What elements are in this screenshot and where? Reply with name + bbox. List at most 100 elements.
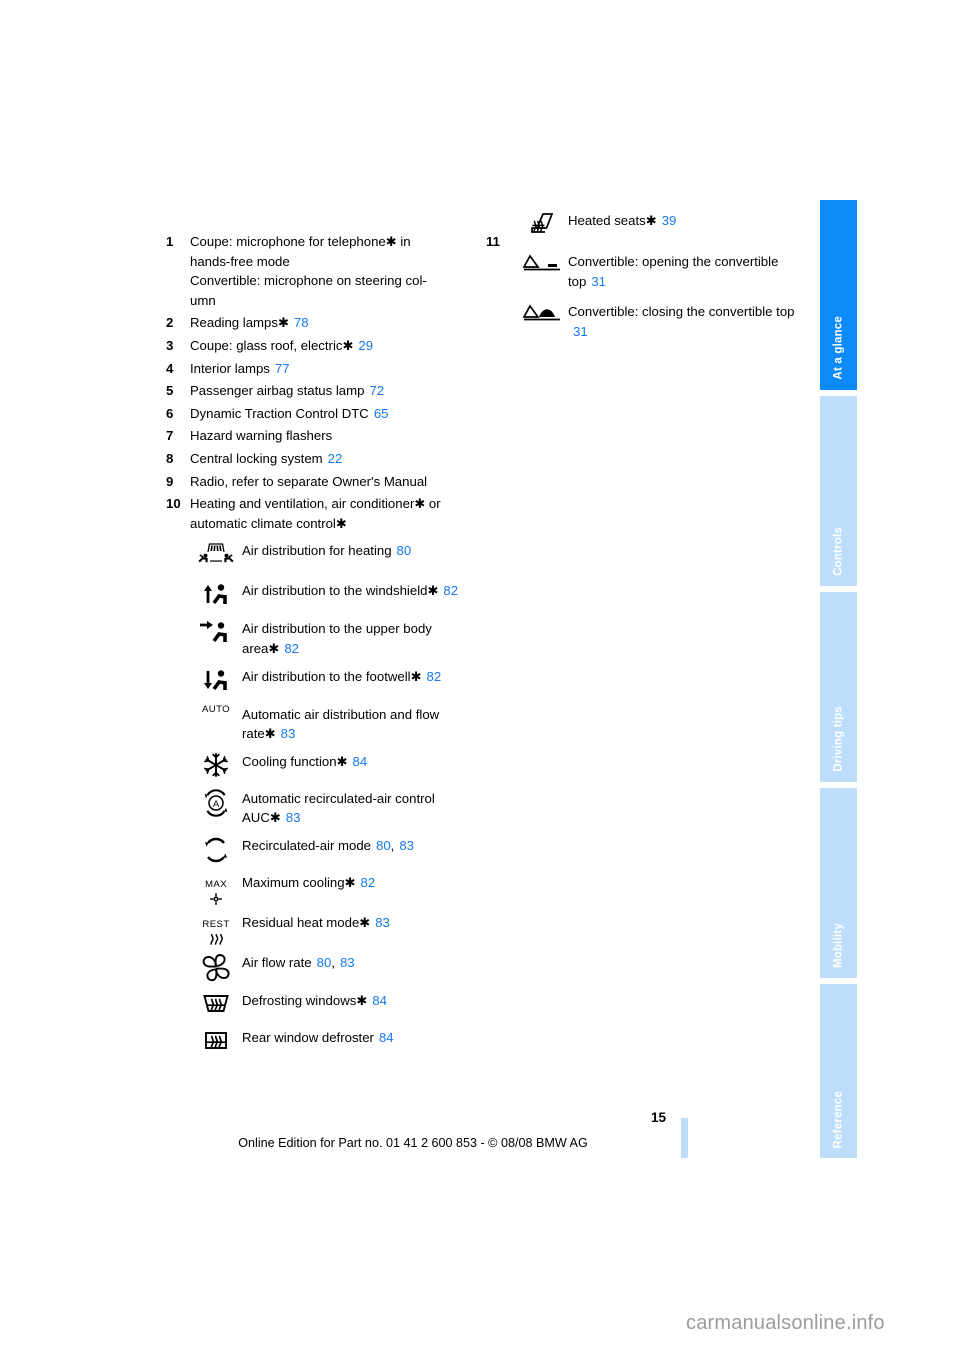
icon-row-label: Residual heat mode✱ <box>242 915 371 931</box>
page-reference-link[interactable]: 80 <box>376 838 391 853</box>
icon-row-text: Convertible: opening the convertible top… <box>568 251 796 291</box>
icon-row-text: Rear window defroster 84 <box>242 1027 466 1048</box>
list-item: REST Residual heat mode✱ 83 <box>190 912 466 945</box>
item-line: umn <box>190 292 216 308</box>
page-reference-link[interactable]: 22 <box>328 451 343 466</box>
list-item: 4 Interior lamps 77 <box>166 359 466 379</box>
icon-row-text: Maximum cooling✱ 82 <box>242 872 466 893</box>
page-reference-link[interactable]: 80 <box>397 543 412 558</box>
page-reference-link[interactable]: 83 <box>375 915 390 930</box>
defrosting-windows-icon <box>190 990 242 1017</box>
tab-at-a-glance[interactable]: At a glance <box>820 200 857 390</box>
list-item: AUTO Automatic air distribution and flow… <box>190 704 466 744</box>
item-number: 1 <box>166 234 174 249</box>
list-item: 6 Dynamic Traction Control DTC 65 <box>166 404 466 424</box>
icon-row-label: Recirculated-air mode <box>242 837 371 853</box>
manual-page: 1 Coupe: microphone for telephone✱ in ha… <box>0 0 960 1358</box>
max-icon-text: MAX <box>205 878 227 890</box>
page-reference-link[interactable]: 83 <box>281 726 296 741</box>
page-reference-link[interactable]: 31 <box>591 274 606 289</box>
page-reference-link[interactable]: 82 <box>284 641 299 656</box>
air-distribution-upper-body-icon <box>190 618 242 649</box>
auto-icon: AUTO <box>190 704 242 715</box>
air-distribution-heating-icon <box>190 540 242 573</box>
icon-row-text: Residual heat mode✱ 83 <box>242 912 466 933</box>
item-label: Radio, refer to separate Owner's Manual <box>190 473 428 489</box>
item-label: Central locking system <box>190 450 323 466</box>
icon-row-label: Convertible: closing the convertible top <box>568 304 795 320</box>
icon-row-label: Cooling function✱ <box>242 753 348 769</box>
icon-row-label: Air distribution to the windshield✱ <box>242 583 439 599</box>
list-item: Convertible: closing the convertible top… <box>516 301 796 341</box>
item-number: 6 <box>166 405 174 421</box>
tab-mobility[interactable]: Mobility <box>820 788 857 978</box>
list-item: 9 Radio, refer to separate Owner's Manua… <box>166 472 466 492</box>
page-reference-link[interactable]: 80 <box>317 955 332 970</box>
item-text: Coupe: microphone for telephone✱ in hand… <box>190 232 466 310</box>
footer-note: Online Edition for Part no. 01 41 2 600 … <box>238 1136 588 1150</box>
page-reference-link[interactable]: 72 <box>369 383 384 398</box>
item-number: 11 <box>486 234 500 249</box>
page-reference-link[interactable]: 84 <box>372 993 387 1008</box>
auto-icon-text: AUTO <box>201 703 231 715</box>
item-number: 7 <box>166 428 174 444</box>
page-reference-link[interactable]: 83 <box>286 810 301 825</box>
list-item: MAX Maximum cooling✱ 82 <box>190 872 466 906</box>
list-item: Defrosting windows✱ 84 <box>190 990 466 1020</box>
list-item: Air distribution for heating 80 <box>190 540 466 573</box>
page-reference-link[interactable]: 83 <box>340 955 355 970</box>
page-reference-link[interactable]: 29 <box>358 338 373 353</box>
watermark: carmanualsonline.info <box>686 1312 885 1334</box>
convertible-top-close-icon <box>516 301 568 324</box>
icon-row-text: Cooling function✱ 84 <box>242 751 466 772</box>
tab-label: Reference <box>832 1090 844 1148</box>
icon-row-label: Automatic air distribution and flow rate… <box>242 706 440 742</box>
item-line: Coupe: microphone for telephone✱ in <box>190 234 411 249</box>
page-reference-link[interactable]: 83 <box>399 838 414 853</box>
right-icon-list: Heated seats✱ 39 Convertible: opening the… <box>486 210 796 341</box>
item-text: Reading lamps✱ 78 <box>190 313 466 333</box>
air-distribution-windshield-icon <box>190 580 242 611</box>
item-line: hands-free mode <box>190 253 290 269</box>
rear-window-defroster-icon <box>190 1027 242 1054</box>
list-item: 7 Hazard warning flashers <box>166 426 466 446</box>
icon-row-text: Defrosting windows✱ 84 <box>242 990 466 1011</box>
auc-recirculated-air-icon: A <box>190 788 242 817</box>
item-text: Coupe: glass roof, electric✱ 29 <box>190 336 466 356</box>
page-separator: , <box>331 955 335 971</box>
cooling-snowflake-icon <box>190 751 242 778</box>
icon-row-text: Air distribution to the footwell✱ 82 <box>242 666 466 687</box>
rest-icon-text: REST <box>202 919 230 931</box>
page-separator: , <box>390 837 395 853</box>
page-reference-link[interactable]: 82 <box>427 669 442 684</box>
page-reference-link[interactable]: 78 <box>294 315 309 330</box>
section-tab-rail: At a glance Controls Driving tips Mobili… <box>820 200 857 1158</box>
page-reference-link[interactable]: 82 <box>361 875 376 890</box>
list-item: 3 Coupe: glass roof, electric✱ 29 <box>166 336 466 356</box>
tab-driving-tips[interactable]: Driving tips <box>820 592 857 782</box>
list-item: 10 Heating and ventilation, air conditio… <box>166 494 466 533</box>
page-reference-link[interactable]: 84 <box>379 1030 394 1045</box>
page-reference-link[interactable]: 39 <box>662 213 677 228</box>
item-label: Hazard warning flashers <box>190 428 333 444</box>
tab-label: At a glance <box>832 316 844 380</box>
item-number: 5 <box>166 383 174 399</box>
list-item: Air flow rate 80, 83 <box>190 952 466 983</box>
item-line: automatic climate control✱ <box>190 515 347 531</box>
tab-controls[interactable]: Controls <box>820 396 857 586</box>
item-label: Coupe: glass roof, electric✱ <box>190 337 354 353</box>
icon-row-text: Heated seats✱ 39 <box>568 210 796 231</box>
tab-reference[interactable]: Reference <box>820 984 857 1158</box>
item-number: 10 <box>166 496 181 512</box>
page-reference-link[interactable]: 82 <box>443 583 458 598</box>
page-reference-link[interactable]: 31 <box>573 324 588 339</box>
page-reference-link[interactable]: 77 <box>275 361 290 376</box>
icon-row-label: Heated seats✱ <box>568 213 657 228</box>
page-reference-link[interactable]: 84 <box>352 754 367 769</box>
page-reference-link[interactable]: 65 <box>374 406 389 421</box>
footer-accent-bar <box>681 1118 688 1158</box>
icon-row-label: Air flow rate <box>242 955 312 971</box>
list-item: 8 Central locking system 22 <box>166 449 466 469</box>
icon-row-text: Air flow rate 80, 83 <box>242 952 466 973</box>
item-label: Interior lamps <box>190 360 270 376</box>
